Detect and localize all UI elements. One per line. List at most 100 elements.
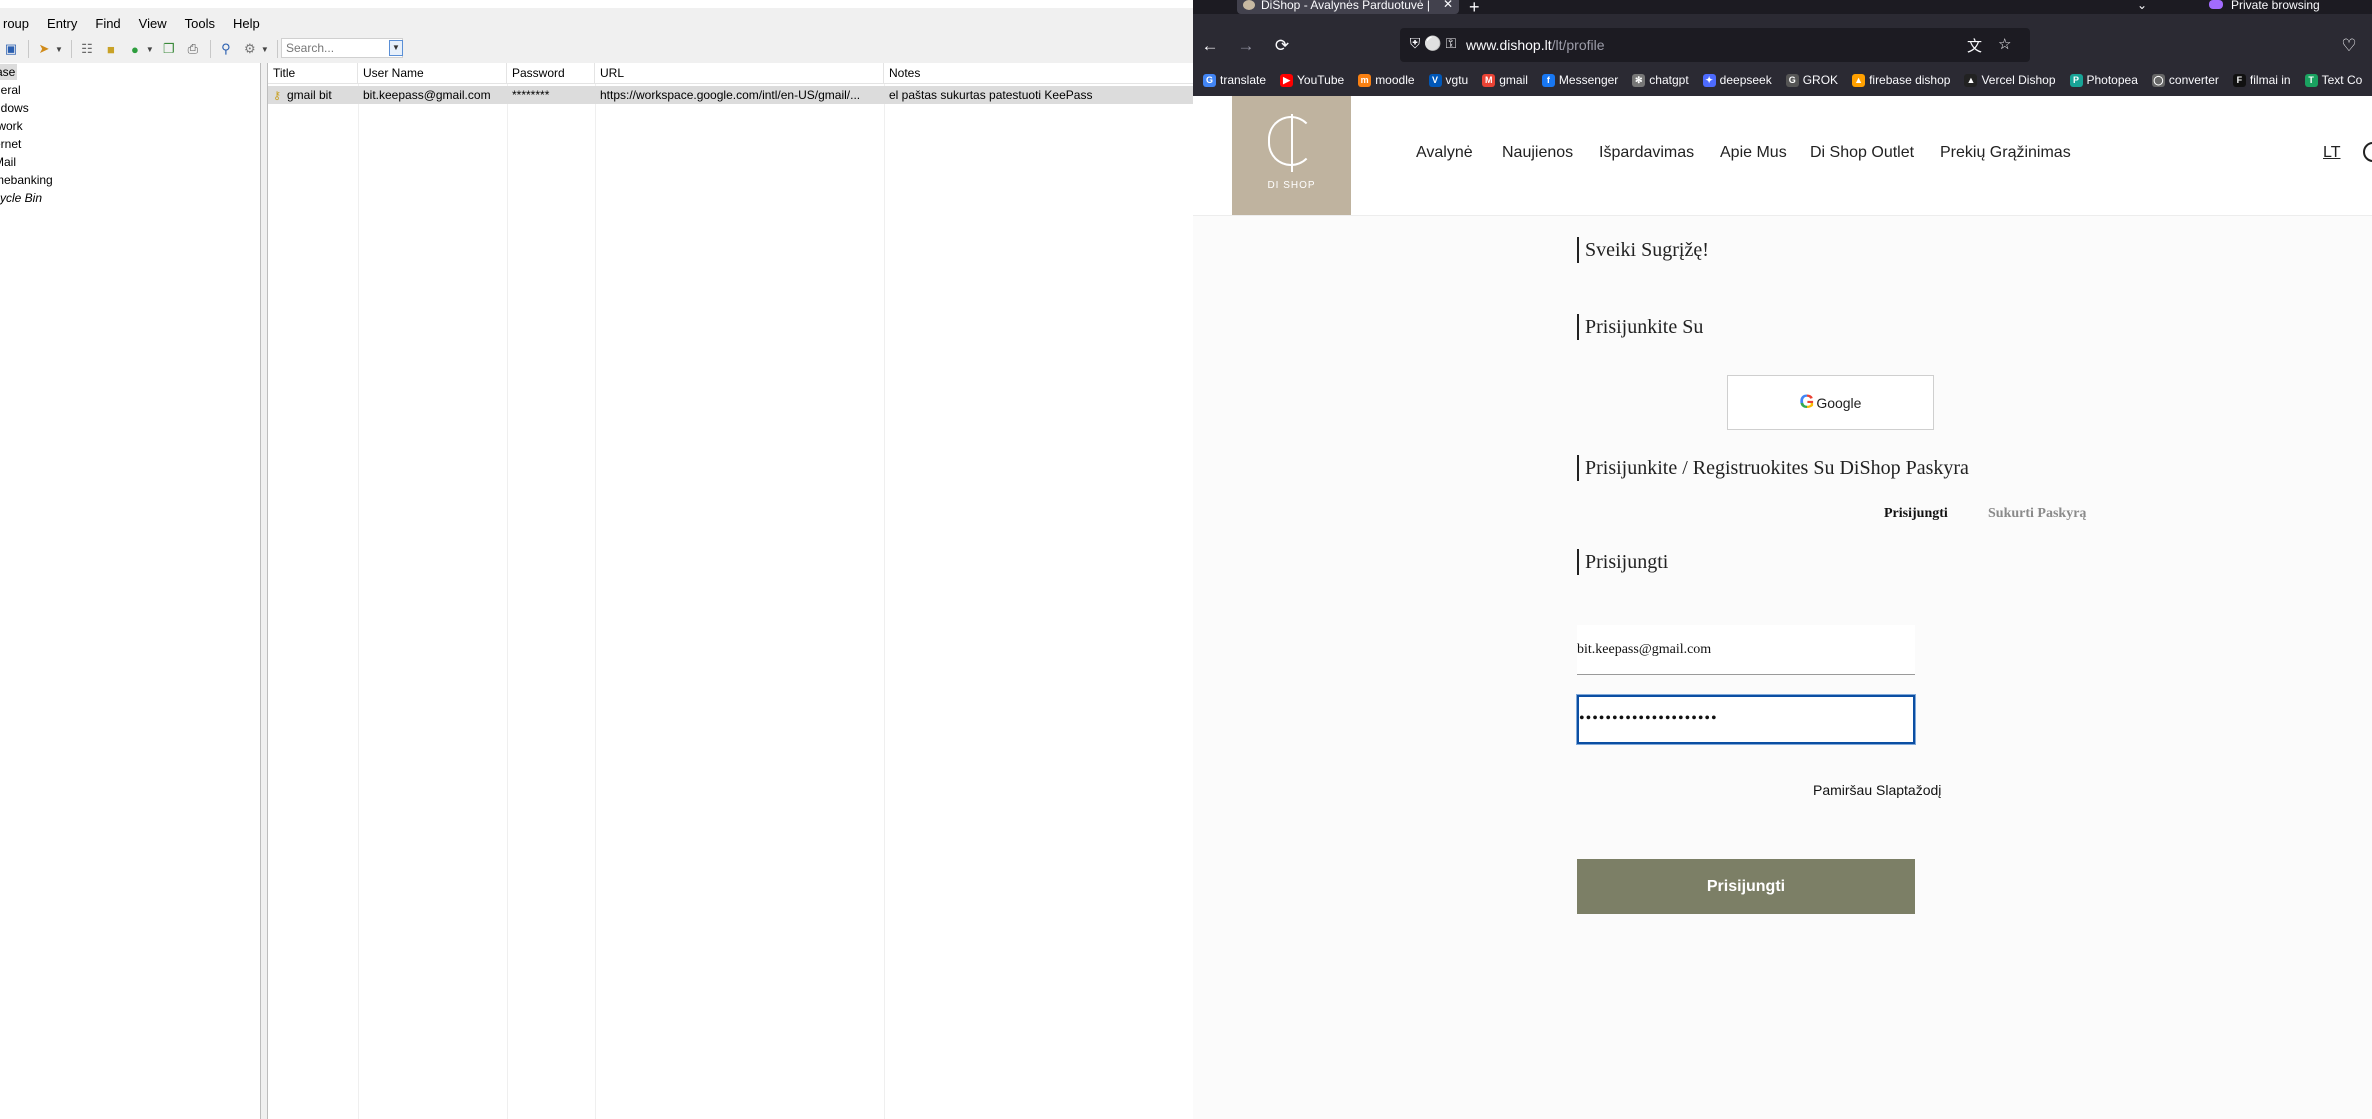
print-icon[interactable]: ⎙ [182,38,204,60]
toolbar-separator [28,40,29,58]
nav-avalyne[interactable]: Avalynė [1416,144,1473,162]
tab-login[interactable]: Prisijungti [1884,506,1948,522]
google-login-button[interactable]: G Google [1727,375,1934,430]
bookmark-chatgpt[interactable]: ✻ chatgpt [1632,73,1689,87]
bookmark-messenger[interactable]: f Messenger [1541,73,1618,87]
bookmark-converter[interactable]: ◯ converter [2151,73,2219,87]
url-text: www.dishop.lt/lt/profile [1466,37,1605,53]
bookmark-moodle[interactable]: m moodle [1358,73,1415,87]
menu-tools[interactable]: Tools [176,12,224,36]
copy-icon[interactable]: ❐ [158,38,180,60]
column-header-title[interactable]: Title [268,63,358,84]
shield-icon[interactable]: ⛨ [1406,35,1424,52]
tab-dishop[interactable]: DiShop - Avalynės Parduotuvė | ✕ [1237,0,1459,14]
private-browsing-indicator: Private browsing [2209,0,2320,12]
lock-icon[interactable]: ⚪ [1424,35,1442,52]
star-icon[interactable]: ☆ [1998,35,2011,53]
bookmark-text-co[interactable]: T Text Co [2304,73,2362,87]
bookmark-label: deepseek [1719,73,1772,87]
chevron-down-icon[interactable]: ▼ [146,45,154,54]
nav-ispardavimas[interactable]: Išpardavimas [1599,144,1694,162]
tools-icon[interactable]: ⚙ [239,38,261,60]
group-item-network[interactable]: twork [0,118,23,134]
bookmark-translate[interactable]: Gtranslate [1203,73,1266,87]
pocket-icon[interactable]: ♡ [2335,32,2363,60]
column-header-notes[interactable]: Notes [884,63,1193,84]
menu-find[interactable]: Find [86,12,129,36]
group-item-internet[interactable]: ernet [0,136,21,152]
table-row[interactable]: ⚷ gmail bit bit.keepass@gmail.com *******… [268,86,1193,104]
nav-outlet[interactable]: Di Shop Outlet [1810,144,1914,162]
bookmark-label: translate [1220,73,1267,87]
nav-apie-mus[interactable]: Apie Mus [1720,144,1787,162]
column-header-password[interactable]: Password [507,63,595,84]
group-item-recycle-bin[interactable]: cycle Bin [0,190,42,206]
text-compare-icon: T [2304,73,2318,87]
deepseek-icon: ✦ [1702,73,1716,87]
site-logo[interactable]: DI SHOP [1232,96,1351,215]
bookmark-gmail[interactable]: Mgmail [1482,73,1528,87]
column-header-url[interactable]: URL [595,63,884,84]
bookmark-vercel-dishop[interactable]: ▲ Vercel Dishop [1964,73,2056,87]
bookmark-filmai[interactable]: Ffilmai in [2232,73,2291,87]
translate-icon[interactable]: 文 [1967,35,1982,56]
column-header-username[interactable]: User Name [358,63,507,84]
column-divider [358,84,359,1119]
language-selector[interactable]: LT [2323,144,2340,162]
email-field[interactable]: bit.keepass@gmail.com [1577,625,1915,675]
group-item-homebanking[interactable]: mebanking [0,172,53,188]
menu-view[interactable]: View [130,12,176,36]
menu-entry[interactable]: Entry [38,12,86,36]
search-dropdown-icon[interactable]: ▼ [389,40,403,56]
welcome-heading: Sveiki Sugrįžę! [1577,237,1709,263]
translate-icon: G [1203,73,1216,87]
nav-naujienos[interactable]: Naujienos [1502,144,1573,162]
search-icon[interactable]: ⚲ [215,38,237,60]
back-arrow-icon[interactable]: ← [1196,32,1224,60]
group-item-windows[interactable]: ndows [0,100,29,116]
bookmark-firebase-dishop[interactable]: ▲ firebase dishop [1852,73,1950,87]
bookmark-label: Vercel Dishop [1981,73,2056,87]
column-divider [507,84,508,1119]
key-icon[interactable]: ⚿ [1442,35,1460,52]
forward-arrow-icon[interactable]: → [1232,32,1260,60]
bookmark-label: filmai in [2249,73,2291,87]
chevron-down-icon[interactable]: ▼ [55,45,63,54]
save-icon[interactable]: ▣ [0,38,22,60]
bookmark-grok[interactable]: G GROK [1785,73,1839,87]
login-submit-button[interactable]: Prisijungti [1577,859,1915,914]
add-entry-icon[interactable]: ➤ [33,38,55,60]
bookmark-label: vgtu [1445,73,1469,87]
search-input[interactable]: Search... [281,38,403,58]
bookmark-youtube[interactable]: ▶ YouTube [1280,73,1344,87]
url-bar[interactable]: ⛨ ⚪ ⚿ www.dishop.lt/lt/profile 文 ☆ [1400,28,2030,62]
password-field[interactable]: ••••••••••••••••••••• [1576,694,1916,745]
bookmark-vgtu[interactable]: Vvgtu [1428,73,1469,87]
photopea-icon: P [2069,73,2083,87]
chevron-down-icon[interactable]: ▼ [261,45,269,54]
menu-group[interactable]: roup [0,12,38,36]
forgot-password-link[interactable]: Pamiršau Slaptažodį [1813,782,1941,798]
site-favicon-icon [1243,0,1255,10]
bookmark-label: moodle [1375,73,1415,87]
user-icon[interactable] [2363,142,2372,162]
open-url-icon[interactable]: ● [124,38,146,60]
group-item-database[interactable]: ase [0,64,18,80]
bookmarks-toolbar: Gtranslate ▶ YouTube m moodle Vvgtu Mgmail… [1193,64,2372,96]
bookmark-photopea[interactable]: P Photopea [2069,73,2138,87]
bookmark-label: YouTube [1297,73,1345,87]
close-icon[interactable]: ✕ [1443,0,1453,10]
nav-grazinimas[interactable]: Prekių Grąžinimas [1940,144,2071,162]
tab-create-account[interactable]: Sukurti Paskyrą [1988,506,2086,522]
menu-help[interactable]: Help [224,12,269,36]
group-item-general[interactable]: neral [0,82,21,98]
copy-username-icon[interactable]: ☷ [76,38,98,60]
bookmark-deepseek[interactable]: ✦ deepseek [1702,73,1772,87]
bookmark-label: GROK [1802,73,1839,87]
group-item-email[interactable]: Mail [0,154,16,170]
reload-icon[interactable]: ⟳ [1268,32,1296,60]
grok-icon: G [1785,73,1799,87]
chevron-down-icon[interactable]: ⌄ [2137,0,2147,12]
entry-title: gmail bit [287,88,332,102]
copy-password-icon[interactable]: ■ [100,38,122,60]
